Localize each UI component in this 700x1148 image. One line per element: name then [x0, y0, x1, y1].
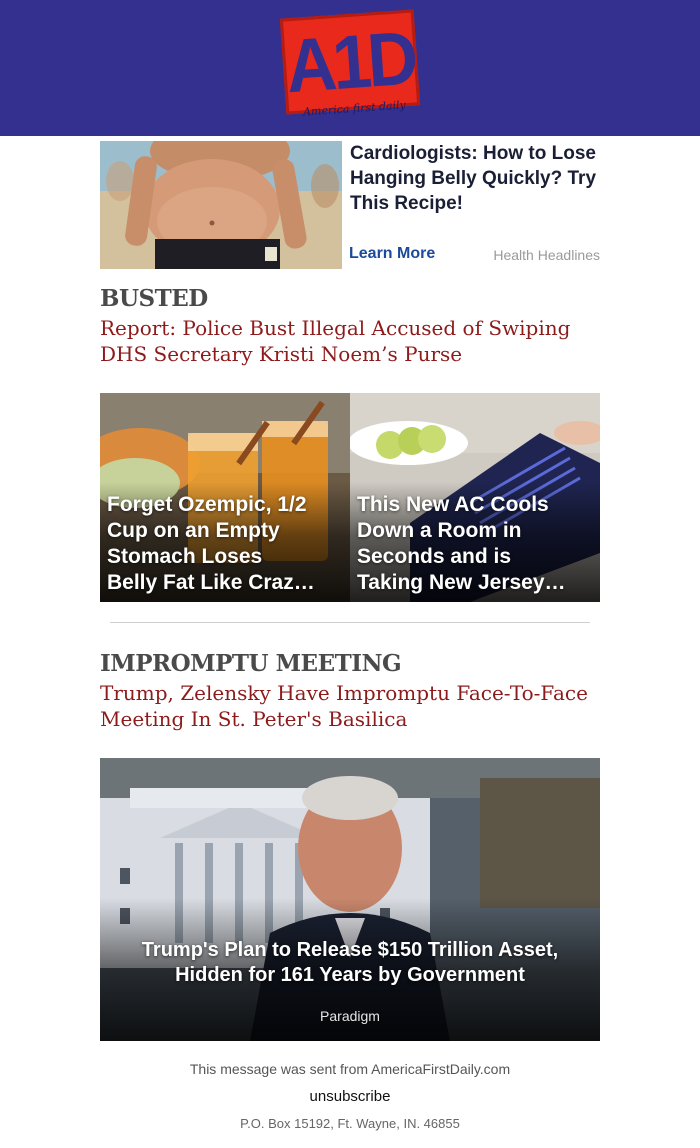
sponsored-promo[interactable]: Trump's Plan to Release $150 Trillion As…: [100, 758, 600, 1041]
ad-image-belly[interactable]: [100, 141, 342, 269]
logo-text: A1D: [283, 15, 417, 109]
ad-tile-label[interactable]: Forget Ozempic, 1/2 Cup on an Empty Stom…: [107, 492, 344, 596]
ad-source: Health Headlines: [493, 247, 600, 263]
ad-title[interactable]: Cardiologists: How to Lose Hanging Belly…: [350, 141, 600, 216]
promo-title[interactable]: Trump's Plan to Release $150 Trillion As…: [120, 938, 580, 988]
promo-source: Paradigm: [320, 1008, 380, 1024]
site-logo[interactable]: A1D America first daily: [279, 9, 421, 126]
learn-more-link[interactable]: Learn More: [349, 245, 435, 263]
story-impromptu-meeting: IMPROMPTU MEETING Trump, Zelensky Have I…: [100, 650, 600, 732]
sponsored-tiles: Forget Ozempic, 1/2 Cup on an Empty Stom…: [100, 393, 600, 602]
belly-photo-illustration: [100, 141, 342, 269]
email-header: A1D America first daily: [0, 0, 700, 136]
ad-tile-label[interactable]: This New AC Cools Down a Room in Seconds…: [357, 492, 594, 596]
white-house-photo-illustration: [100, 758, 600, 1041]
story-kicker: BUSTED: [100, 285, 208, 312]
ad-tile-ozempic[interactable]: Forget Ozempic, 1/2 Cup on an Empty Stom…: [100, 393, 350, 602]
story-headline-link[interactable]: Trump, Zelensky Have Impromptu Face-To-F…: [100, 680, 600, 732]
footer-address: P.O. Box 15192, Ft. Wayne, IN. 46855: [240, 1116, 460, 1131]
story-headline-link[interactable]: Report: Police Bust Illegal Accused of S…: [100, 315, 600, 367]
story-kicker: IMPROMPTU MEETING: [100, 650, 402, 677]
ad-tile-ac[interactable]: This New AC Cools Down a Room in Seconds…: [350, 393, 600, 602]
section-divider: [110, 622, 590, 623]
footer-sent-from: This message was sent from AmericaFirstD…: [189, 1061, 511, 1077]
unsubscribe-link[interactable]: unsubscribe: [0, 1088, 700, 1105]
sponsored-ad-belly[interactable]: Cardiologists: How to Lose Hanging Belly…: [100, 141, 600, 269]
story-busted: BUSTED Report: Police Bust Illegal Accus…: [100, 285, 600, 367]
